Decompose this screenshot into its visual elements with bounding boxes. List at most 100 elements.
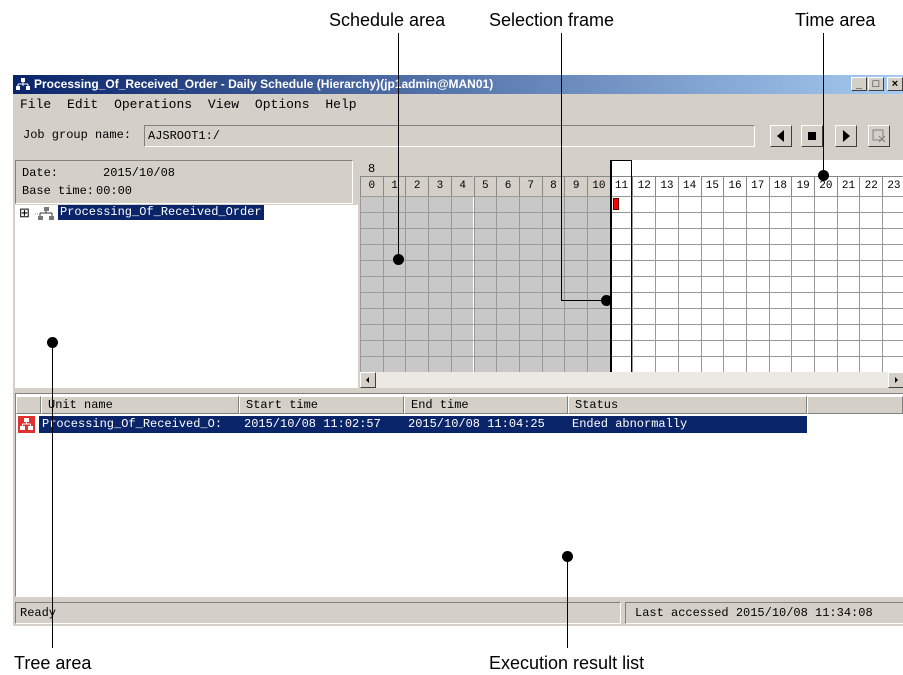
hour-label-0[interactable]: 0: [360, 176, 383, 196]
menu-options[interactable]: Options: [255, 96, 310, 114]
status-left: Ready: [15, 602, 621, 624]
execution-result-list-callout: Execution result list: [489, 653, 645, 673]
selection-frame-leader-h: [561, 300, 606, 301]
hour-label-13[interactable]: 13: [655, 176, 678, 196]
tree-item-processing-of-received-order[interactable]: Processing_Of_Received_Order: [58, 205, 264, 220]
column-header-end-time[interactable]: End time: [404, 396, 568, 414]
selection-frame-callout: Selection frame: [489, 10, 615, 30]
hour-label-17[interactable]: 17: [745, 176, 769, 196]
hour-label-7[interactable]: 7: [518, 176, 542, 196]
hour-label-14[interactable]: 14: [677, 176, 701, 196]
hour-label-3[interactable]: 3: [428, 176, 451, 196]
schedule-column-9: [564, 196, 587, 372]
schedule-column-3: [428, 196, 451, 372]
column-header-icon: [16, 396, 41, 414]
arrow-left-icon: [777, 130, 784, 142]
scroll-left-icon: [366, 377, 369, 383]
schedule-column-4: [450, 196, 474, 372]
column-header-unit-name[interactable]: Unit name: [41, 396, 239, 414]
status-bar: Ready Last accessed 2015/10/08 11:34:08: [13, 600, 903, 624]
schedule-column-18: [768, 196, 792, 372]
tree-area-callout: Tree area: [14, 653, 92, 673]
job-group-value: AJSROOT1:/: [148, 129, 221, 143]
hour-label-10[interactable]: 10: [587, 176, 610, 196]
ended-abnormally-icon: [18, 416, 35, 433]
schedule-column-2: [405, 196, 429, 372]
schedule-area-leader: [398, 33, 399, 259]
column-header-status[interactable]: Status: [568, 396, 807, 414]
stop-icon: [808, 132, 816, 140]
schedule-column-14: [677, 196, 701, 372]
execution-result-list-leader: [567, 556, 568, 648]
schedule-column-16: [723, 196, 746, 372]
date-label: Date:: [22, 166, 59, 180]
title-bar[interactable]: Processing_Of_Received_Order - Daily Sch…: [13, 75, 903, 94]
schedule-column-0: [360, 196, 383, 372]
date-panel: Date: 2015/10/08 Base time: 00:00: [15, 160, 353, 204]
close-button[interactable]: ×: [887, 77, 903, 91]
schedule-column-1: [382, 196, 406, 372]
hour-label-2[interactable]: 2: [405, 176, 429, 196]
selection-frame-leader-v1: [561, 33, 562, 301]
table-row[interactable]: Processing_Of_Received_O: 2015/10/08 11:…: [16, 416, 807, 433]
schedule-area-dot: [393, 254, 404, 265]
job-group-field[interactable]: AJSROOT1:/: [144, 125, 755, 147]
scroll-right-icon: [895, 377, 898, 383]
hour-label-15[interactable]: 15: [700, 176, 724, 196]
schedule-column-13: [655, 196, 678, 372]
hour-label-5[interactable]: 5: [473, 176, 497, 196]
menu-help[interactable]: Help: [325, 96, 356, 114]
hour-label-22[interactable]: 22: [859, 176, 883, 196]
last-accessed-text: Last accessed 2015/10/08 11:34:08: [635, 606, 873, 620]
menu-view[interactable]: View: [208, 96, 239, 114]
next-button[interactable]: [835, 125, 857, 147]
stop-button[interactable]: [801, 125, 823, 147]
schedule-column-20: [814, 196, 837, 372]
scroll-right-button[interactable]: [888, 372, 903, 388]
tree-expander-icon[interactable]: ⊞: [19, 206, 30, 221]
selection-frame-dot: [601, 295, 612, 306]
selection-frame[interactable]: [609, 160, 633, 372]
maximize-button[interactable]: □: [868, 77, 884, 91]
minimize-button[interactable]: _: [851, 77, 867, 91]
schedule-column-15: [700, 196, 724, 372]
hour-label-16[interactable]: 16: [723, 176, 746, 196]
schedule-column-17: [745, 196, 769, 372]
hour-label-1[interactable]: 1: [382, 176, 406, 196]
menu-file[interactable]: File: [20, 96, 51, 114]
clear-button[interactable]: [868, 125, 890, 147]
schedule-column-22: [859, 196, 883, 372]
schedule-column-23: [882, 196, 903, 372]
hour-label-6[interactable]: 6: [496, 176, 519, 196]
date-value: 2015/10/08: [103, 166, 176, 180]
jobnet-tree-icon: [35, 207, 54, 220]
window-title: Processing_Of_Received_Order - Daily Sch…: [34, 77, 494, 91]
status-text: Ready: [20, 606, 57, 620]
schedule-column-5: [473, 196, 497, 372]
previous-button[interactable]: [770, 125, 792, 147]
time-area-callout: Time area: [795, 10, 876, 30]
hour-label-19[interactable]: 19: [791, 176, 814, 196]
horizontal-scrollbar[interactable]: [360, 372, 903, 388]
hour-label-4[interactable]: 4: [450, 176, 474, 196]
base-time-value: 00:00: [96, 184, 133, 198]
schedule-column-19: [791, 196, 814, 372]
tree-area-dot: [47, 337, 58, 348]
execution-marker[interactable]: [612, 198, 619, 210]
hour-label-9[interactable]: 9: [564, 176, 587, 196]
menu-edit[interactable]: Edit: [67, 96, 98, 114]
tree-area-leader: [52, 342, 53, 648]
hour-label-12[interactable]: 12: [632, 176, 656, 196]
execution-result-list-dot: [562, 551, 573, 562]
schedule-column-21: [836, 196, 860, 372]
hour-label-18[interactable]: 18: [768, 176, 792, 196]
column-header-start-time[interactable]: Start time: [239, 396, 404, 414]
hour-label-21[interactable]: 21: [836, 176, 860, 196]
time-area-dot: [818, 170, 829, 181]
scroll-left-button[interactable]: [360, 372, 376, 388]
disabled-tool-icon: [872, 129, 886, 143]
menu-operations[interactable]: Operations: [114, 96, 192, 114]
hour-label-23[interactable]: 23: [882, 176, 903, 196]
column-header-filler: [807, 396, 903, 414]
schedule-area-callout: Schedule area: [329, 10, 446, 30]
